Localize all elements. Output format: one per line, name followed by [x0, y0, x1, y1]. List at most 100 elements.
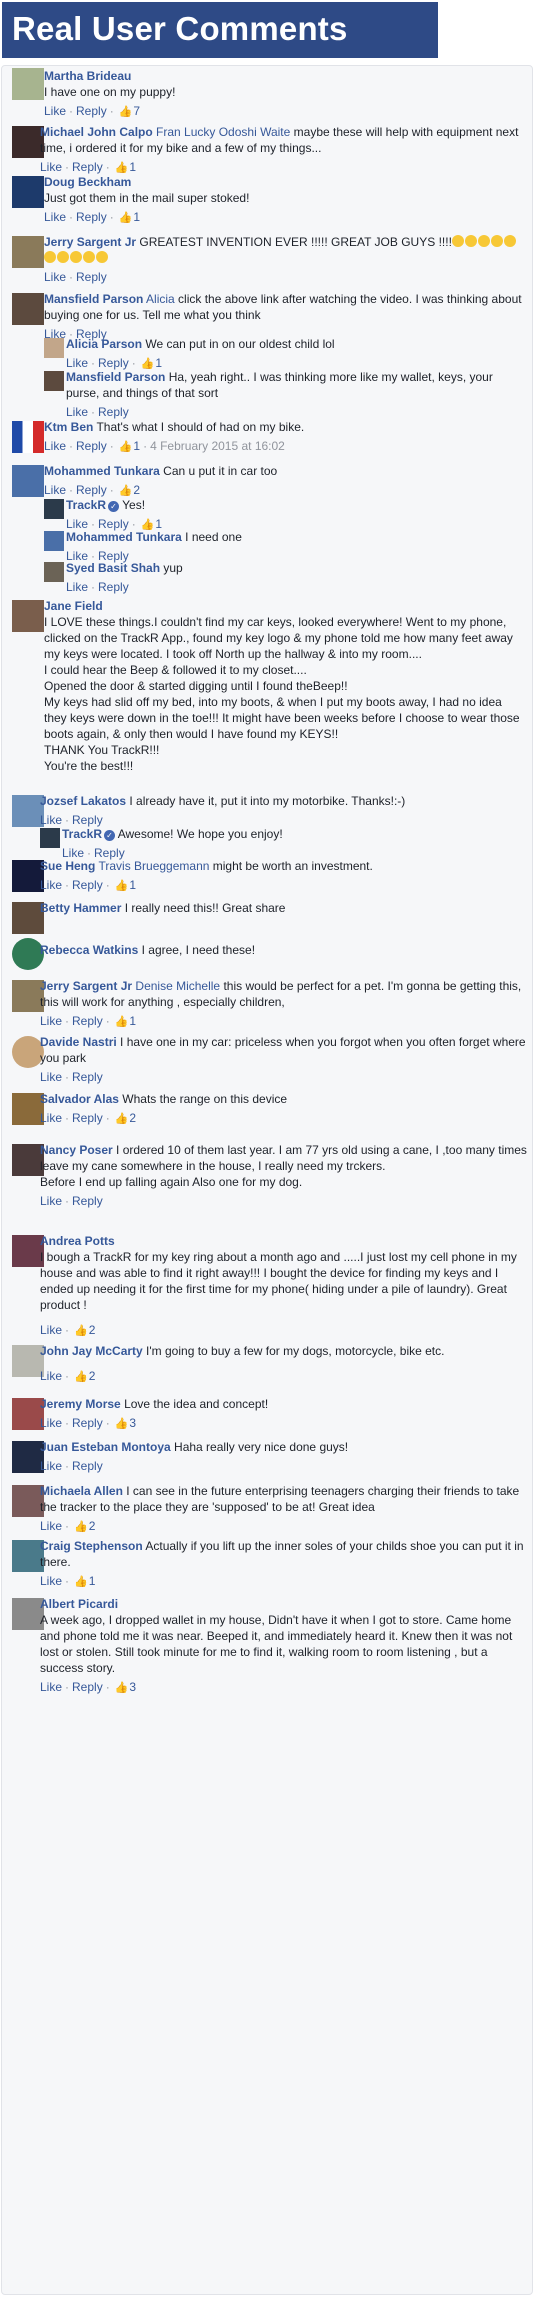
like-link[interactable]: Like — [44, 104, 66, 118]
avatar[interactable] — [44, 371, 64, 391]
avatar[interactable] — [12, 600, 44, 632]
comment-author[interactable]: Michaela Allen — [40, 1484, 123, 1498]
comment-author[interactable]: TrackR — [66, 498, 106, 512]
comment-author[interactable]: Mohammed Tunkara — [44, 464, 160, 478]
comment-author[interactable]: Martha Brideau — [44, 69, 131, 83]
trackr-logo-avatar[interactable] — [44, 499, 64, 519]
like-link[interactable]: Like — [66, 405, 88, 419]
like-link[interactable]: Like — [44, 270, 66, 284]
avatar[interactable] — [12, 293, 44, 325]
avatar[interactable] — [12, 421, 44, 453]
comment-author[interactable]: Ktm Ben — [44, 420, 93, 434]
comment-author[interactable]: Sue Heng — [40, 859, 95, 873]
reply-link[interactable]: Reply — [76, 210, 107, 224]
comment-author[interactable]: Jozsef Lakatos — [40, 794, 126, 808]
avatar[interactable] — [44, 562, 64, 582]
reply-link[interactable]: Reply — [76, 439, 107, 453]
like-link[interactable]: Like — [66, 580, 88, 594]
like-link[interactable]: Like — [40, 1416, 62, 1430]
comment-author[interactable]: Jerry Sargent Jr — [44, 235, 136, 249]
like-count[interactable]: 1 — [129, 878, 136, 892]
like-count[interactable]: 1 — [129, 160, 136, 174]
trackr-logo-avatar[interactable] — [40, 828, 60, 848]
like-count[interactable]: 1 — [89, 1574, 96, 1588]
avatar[interactable] — [12, 465, 44, 497]
like-count[interactable]: 2 — [89, 1519, 96, 1533]
reply-link[interactable]: Reply — [76, 104, 107, 118]
reply-link[interactable]: Reply — [72, 1459, 103, 1473]
reply-link[interactable]: Reply — [72, 1111, 103, 1125]
comment-author[interactable]: Doug Beckham — [44, 175, 131, 189]
comment-author[interactable]: Jeremy Morse — [40, 1397, 121, 1411]
like-count[interactable]: 2 — [89, 1369, 96, 1383]
comment-author[interactable]: John Jay McCarty — [40, 1344, 143, 1358]
comment-author[interactable]: Mansfield Parson — [44, 292, 143, 306]
like-count[interactable]: 1 — [155, 356, 162, 370]
reply-link[interactable]: Reply — [72, 1680, 103, 1694]
comment-author[interactable]: Nancy Poser — [40, 1143, 113, 1157]
like-link[interactable]: Like — [44, 439, 66, 453]
like-link[interactable]: Like — [44, 483, 66, 497]
like-count[interactable]: 1 — [133, 210, 140, 224]
avatar[interactable] — [12, 176, 44, 208]
comment-author[interactable]: Craig Stephenson — [40, 1539, 143, 1553]
like-count[interactable]: 2 — [89, 1323, 96, 1337]
like-link[interactable]: Like — [40, 878, 62, 892]
comment-author[interactable]: Jerry Sargent Jr — [40, 979, 132, 993]
comment-author[interactable]: Salvador Alas — [40, 1092, 119, 1106]
comment-author[interactable]: Davide Nastri — [40, 1035, 117, 1049]
reply-link[interactable]: Reply — [72, 1194, 103, 1208]
like-link[interactable]: Like — [40, 1014, 62, 1028]
avatar[interactable] — [44, 338, 64, 358]
reply-link[interactable]: Reply — [98, 356, 129, 370]
comment-author[interactable]: Jane Field — [44, 599, 103, 613]
like-count[interactable]: 1 — [129, 1014, 136, 1028]
like-link[interactable]: Like — [40, 1111, 62, 1125]
like-link[interactable]: Like — [40, 1459, 62, 1473]
reply-link[interactable]: Reply — [72, 1416, 103, 1430]
tagged-user[interactable]: Travis Brueggemann — [98, 859, 209, 873]
like-link[interactable]: Like — [40, 1369, 62, 1383]
like-count[interactable]: 2 — [129, 1111, 136, 1125]
timestamp[interactable]: 4 February 2015 at 16:02 — [150, 439, 285, 453]
like-link[interactable]: Like — [40, 1194, 62, 1208]
reply-link[interactable]: Reply — [72, 1014, 103, 1028]
reply-link[interactable]: Reply — [72, 160, 103, 174]
like-link[interactable]: Like — [40, 1519, 62, 1533]
like-link[interactable]: Like — [40, 1680, 62, 1694]
comment-author[interactable]: Juan Esteban Montoya — [40, 1440, 171, 1454]
like-link[interactable]: Like — [40, 813, 62, 827]
comment-author[interactable]: Mansfield Parson — [66, 370, 165, 384]
like-link[interactable]: Like — [40, 1574, 62, 1588]
like-link[interactable]: Like — [40, 1070, 62, 1084]
avatar[interactable] — [12, 68, 44, 100]
tagged-user[interactable]: Denise Michelle — [135, 979, 220, 993]
like-link[interactable]: Like — [40, 160, 62, 174]
reply-link[interactable]: Reply — [72, 813, 103, 827]
comment-author[interactable]: Andrea Potts — [40, 1234, 115, 1248]
reply-link[interactable]: Reply — [98, 405, 129, 419]
comment-author[interactable]: Syed Basit Shah — [66, 561, 160, 575]
like-count[interactable]: 3 — [129, 1680, 136, 1694]
like-link[interactable]: Like — [66, 356, 88, 370]
avatar[interactable] — [12, 236, 44, 268]
comment-author[interactable]: Albert Picardi — [40, 1597, 118, 1611]
reply-link[interactable]: Reply — [76, 270, 107, 284]
reply-link[interactable]: Reply — [76, 483, 107, 497]
like-link[interactable]: Like — [40, 1323, 62, 1337]
reply-link[interactable]: Reply — [98, 580, 129, 594]
like-count[interactable]: 3 — [129, 1416, 136, 1430]
like-count[interactable]: 7 — [133, 104, 140, 118]
tagged-user[interactable]: Alicia — [146, 292, 175, 306]
comment-author[interactable]: Alicia Parson — [66, 337, 142, 351]
reply-link[interactable]: Reply — [72, 878, 103, 892]
avatar[interactable] — [44, 531, 64, 551]
like-link[interactable]: Like — [44, 210, 66, 224]
tagged-user[interactable]: Fran Lucky Odoshi Waite — [156, 125, 290, 139]
like-count[interactable]: 2 — [133, 483, 140, 497]
reply-link[interactable]: Reply — [72, 1070, 103, 1084]
comment-author[interactable]: Mohammed Tunkara — [66, 530, 182, 544]
comment-author[interactable]: Betty Hammer — [40, 901, 121, 915]
comment-author[interactable]: Michael John Calpo — [40, 125, 153, 139]
comment-author[interactable]: Rebecca Watkins — [40, 943, 138, 957]
